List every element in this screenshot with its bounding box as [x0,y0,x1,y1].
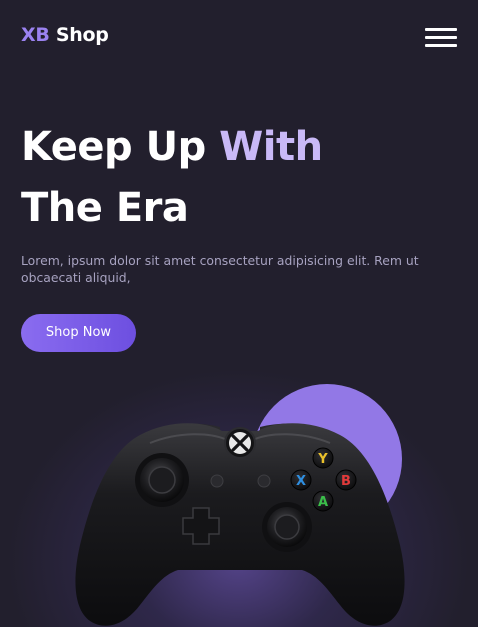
landing-page: XB Shop Keep Up With The Era Lorem, ipsu… [0,0,478,627]
button-y-label: Y [317,452,328,467]
menu-bar [425,36,457,39]
hero-title-text: Keep Up [21,124,220,170]
hero-title-accent: With [219,124,323,170]
logo[interactable]: XB Shop [21,24,109,46]
button-b-label: B [341,474,351,489]
menu-bar [425,44,457,47]
hero-description: Lorem, ipsum dolor sit amet consectetur … [21,253,419,285]
hero-title-line-2: The Era [21,185,189,231]
game-controller-image: Y X B A [75,423,405,626]
button-a-label: A [318,495,328,510]
shop-now-button[interactable]: Shop Now [21,314,136,352]
logo-suffix: Shop [49,24,109,46]
logo-prefix: XB [21,24,50,46]
hamburger-menu-icon[interactable] [425,28,457,48]
button-x-label: X [296,474,306,489]
menu-bar [425,28,457,31]
hero-title-line-1: Keep Up With [21,124,323,170]
site-header: XB Shop [0,0,478,76]
